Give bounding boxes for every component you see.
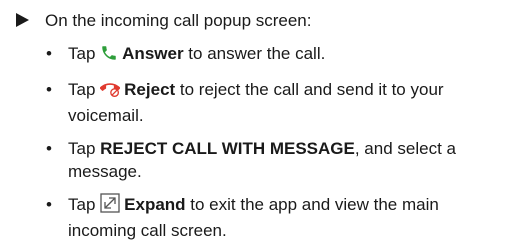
reject-label: Reject bbox=[124, 80, 176, 99]
reject-with-message-label: REJECT CALL WITH MESSAGE bbox=[100, 139, 355, 158]
answer-label: Answer bbox=[122, 44, 184, 63]
bullet-icon: • bbox=[46, 44, 52, 63]
bullet-icon: • bbox=[46, 139, 52, 158]
intro-text: On the incoming call popup screen: bbox=[45, 11, 312, 30]
step-arrow-icon bbox=[16, 13, 29, 27]
phone-answer-icon bbox=[100, 44, 118, 68]
instruction-list: • Tap Answer to answer the call. • Tap R… bbox=[46, 42, 506, 252]
list-item-reject-with-message: • Tap REJECT CALL WITH MESSAGE, and sele… bbox=[46, 139, 456, 181]
list-item-reject: • Tap Reject to reject the call and send… bbox=[46, 78, 506, 127]
list-item-answer: • Tap Answer to answer the call. bbox=[46, 42, 506, 68]
phone-reject-icon bbox=[99, 78, 121, 104]
expand-label: Expand bbox=[124, 195, 186, 214]
step-intro: On the incoming call popup screen: bbox=[16, 10, 312, 32]
bullet-icon: • bbox=[46, 195, 52, 214]
expand-icon bbox=[100, 193, 120, 219]
bullet-icon: • bbox=[46, 80, 52, 99]
list-item-expand: • Tap Expand to exit the app and view th… bbox=[46, 193, 439, 240]
